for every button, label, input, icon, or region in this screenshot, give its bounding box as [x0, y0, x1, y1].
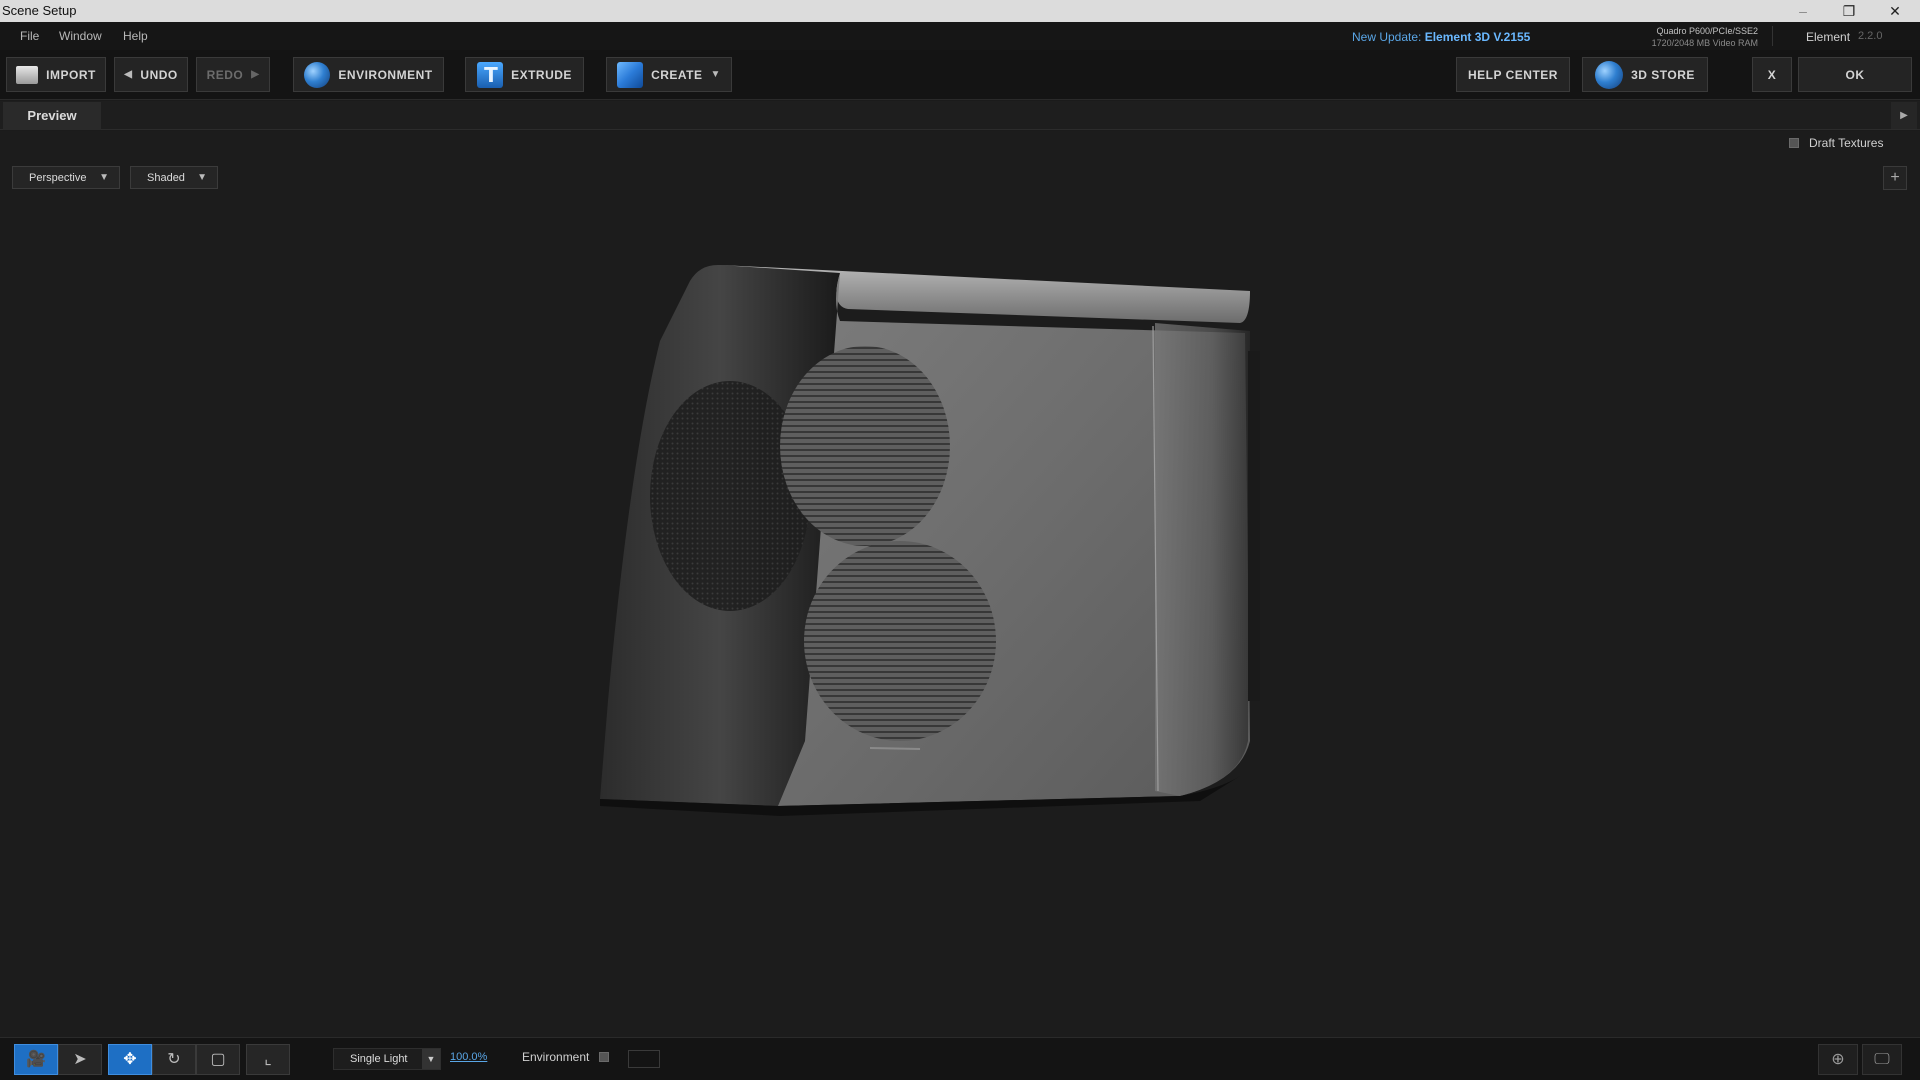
chevron-down-icon: ▼ — [197, 172, 207, 183]
bottom-toolbar: 🎥 ➤ ✥ ↻ ▢ ⌞ Single Light ▼ 100.0% Enviro… — [0, 1037, 1920, 1080]
menu-window[interactable]: Window — [59, 29, 102, 43]
create-label: CREATE — [651, 67, 703, 82]
create-button[interactable]: CREATE ▼ — [606, 57, 732, 92]
minimize-button[interactable]: – — [1780, 0, 1826, 22]
extrude-label: EXTRUDE — [511, 67, 572, 82]
store-globe-icon — [1595, 60, 1624, 89]
chevron-down-icon: ▼ — [422, 1049, 440, 1069]
axis-tool-icon[interactable]: ⌞ — [246, 1044, 290, 1075]
rotate-tool-icon[interactable]: ↻ — [152, 1044, 196, 1075]
restore-button[interactable]: ❐ — [1826, 0, 1872, 22]
shading-mode-dropdown[interactable]: Shaded ▼ — [130, 166, 218, 189]
folder-icon — [16, 65, 39, 84]
speaker-3d-model[interactable] — [600, 261, 1280, 911]
panel-tab-strip: Preview ▶ — [0, 101, 1920, 130]
product-name: Element — [1806, 30, 1851, 44]
gpu-name: Quadro P600/PCIe/SSE2 — [1656, 26, 1758, 36]
redo-arrow-icon: ▶ — [251, 69, 260, 80]
product-version: 2.2.0 — [1858, 30, 1883, 42]
view-mode-dropdown[interactable]: Perspective ▼ — [12, 166, 120, 189]
extrude-button[interactable]: EXTRUDE — [465, 57, 584, 92]
environment-toggle[interactable]: Environment — [522, 1050, 610, 1064]
menu-help[interactable]: Help — [123, 29, 148, 43]
update-prefix: New Update: — [1352, 30, 1422, 44]
environment-checkbox[interactable] — [599, 1052, 610, 1062]
gpu-info: Quadro P600/PCIe/SSE2 1720/2048 MB Video… — [1630, 25, 1758, 49]
ok-label: OK — [1845, 67, 1865, 82]
help-center-button[interactable]: HELP CENTER — [1456, 57, 1570, 92]
store-label: 3D STORE — [1631, 67, 1695, 82]
lighting-value: Single Light — [350, 1053, 408, 1065]
menu-bar: File Window Help New Update: Element 3D … — [0, 22, 1920, 50]
redo-button[interactable]: REDO ▶ — [196, 57, 270, 92]
draft-textures-checkbox[interactable] — [1789, 138, 1799, 148]
light-intensity[interactable]: 100.0% — [450, 1051, 487, 1063]
3d-store-button[interactable]: 3D STORE — [1582, 57, 1708, 92]
title-bar: Scene Setup – ❐ ✕ — [0, 0, 1920, 22]
preview-viewport[interactable]: Draft Textures Perspective ▼ Shaded ▼ + — [0, 131, 1920, 1037]
scale-tool-icon[interactable]: ▢ — [196, 1044, 240, 1075]
background-color-swatch[interactable] — [628, 1050, 660, 1068]
undo-button[interactable]: ◀ UNDO — [114, 57, 188, 92]
maximize-viewport-icon[interactable]: + — [1883, 166, 1907, 190]
chevron-down-icon: ▼ — [99, 172, 109, 183]
display-icon[interactable]: 🖵 — [1862, 1044, 1902, 1075]
undo-arrow-icon: ◀ — [124, 69, 133, 80]
cube-icon — [617, 61, 644, 88]
gpu-vram: 1720/2048 MB Video RAM — [1651, 38, 1758, 48]
environment-label: Environment — [522, 1050, 590, 1064]
draft-textures-toggle[interactable]: Draft Textures — [1789, 136, 1883, 150]
help-center-label: HELP CENTER — [1468, 67, 1558, 82]
menu-file[interactable]: File — [20, 29, 39, 43]
shading-mode-value: Shaded — [147, 171, 185, 184]
redo-label: REDO — [206, 67, 244, 82]
view-mode-value: Perspective — [29, 171, 87, 184]
import-button[interactable]: IMPORT — [6, 57, 106, 92]
environment-label: ENVIRONMENT — [338, 67, 433, 82]
target-icon[interactable]: ⊕ — [1818, 1044, 1858, 1075]
app-window: Scene Setup – ❐ ✕ File Window Help New U… — [0, 0, 1920, 1080]
window-title: Scene Setup — [2, 3, 77, 18]
undo-label: UNDO — [140, 67, 178, 82]
lighting-dropdown[interactable]: Single Light ▼ — [333, 1048, 441, 1070]
chevron-down-icon: ▼ — [710, 69, 721, 80]
draft-textures-label: Draft Textures — [1809, 136, 1884, 150]
import-label: IMPORT — [46, 67, 96, 82]
close-window-button[interactable]: ✕ — [1872, 0, 1918, 22]
ok-button[interactable]: OK — [1798, 57, 1912, 92]
menu-divider — [1772, 26, 1773, 46]
main-toolbar: IMPORT ◀ UNDO REDO ▶ ENVIRONMENT EXTRUDE… — [0, 50, 1920, 100]
globe-icon — [304, 61, 331, 88]
select-tool-icon[interactable]: ➤ — [58, 1044, 102, 1075]
expand-panel-icon[interactable]: ▶ — [1891, 102, 1917, 129]
extrude-text-icon — [477, 61, 504, 88]
cancel-label: X — [1767, 67, 1777, 82]
cancel-button[interactable]: X — [1752, 57, 1792, 92]
environment-button[interactable]: ENVIRONMENT — [293, 57, 444, 92]
camera-tool-icon[interactable]: 🎥 — [14, 1044, 58, 1075]
tab-preview[interactable]: Preview — [3, 102, 101, 130]
update-notice[interactable]: New Update: Element 3D V.2155 — [1352, 30, 1530, 44]
move-tool-icon[interactable]: ✥ — [108, 1044, 152, 1075]
update-version: Element 3D V.2155 — [1424, 30, 1531, 44]
